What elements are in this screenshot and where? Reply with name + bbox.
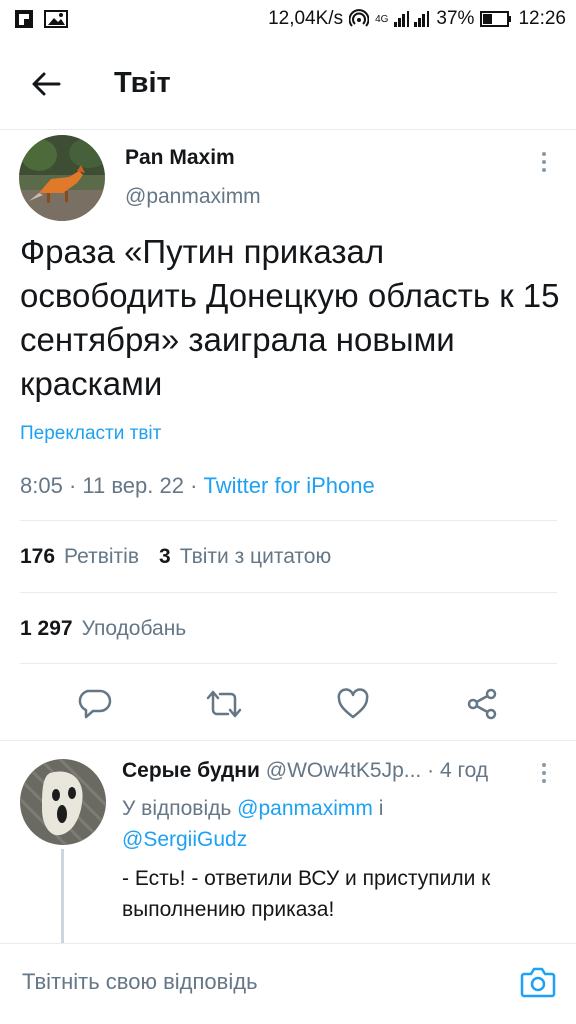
tweet-text: Фраза «Путин приказал освободить Донецку… [20,233,560,402]
mention-link[interactable]: @SergiiGudz [122,828,247,851]
meta-separator: · [427,759,440,782]
status-bar-right: 12,04K/s 4G 37% 12:26 [268,8,566,30]
meta-separator: · [190,473,204,498]
reply-tweet[interactable]: Серые будни @WOw4tK5Jp... · 4 год У відп… [0,741,576,943]
thread-line [61,849,64,943]
tweet-actions [0,670,576,738]
author-avatar[interactable] [19,135,105,221]
more-vertical-dot [542,168,546,172]
meta-separator: · [68,473,83,498]
retweet-stats-row: 176 Ретвітів 3 Твіти з цитатою [20,545,331,569]
author-handle[interactable]: @panmaximm [125,185,261,209]
flipboard-icon [14,9,34,29]
share-button[interactable] [460,682,504,726]
reply-input[interactable] [22,944,492,1020]
signal-icon [394,9,430,29]
tweet-time: 8:05 [20,473,63,498]
reply-header: Серые будни @WOw4tK5Jp... · 4 год [122,759,542,783]
likes-stat[interactable]: 1 297 Уподобань [20,617,186,641]
battery-icon [480,10,512,28]
tweet-date: 11 вер. 22 [82,473,184,498]
divider [20,520,557,521]
gallery-icon [44,9,68,29]
like-button[interactable] [331,682,375,726]
status-bar: 12,04K/s 4G 37% 12:26 [0,0,576,38]
more-options-button[interactable] [534,148,554,176]
camera-button[interactable] [518,962,558,1002]
back-button[interactable] [16,54,76,114]
battery-percent: 37% [436,8,475,29]
author-name[interactable]: Pan Maxim [125,146,235,170]
likes-count: 1 297 [20,617,73,640]
status-bar-left [14,9,68,29]
reply-author-handle[interactable]: @WOw4tK5Jp... [266,759,422,782]
quotes-label: Твіти з цитатою [179,545,332,568]
likes-label: Уподобань [81,617,187,640]
top-app-bar: Твіт [0,38,576,130]
replying-to-prefix: У відповідь [122,797,232,820]
quotes-count: 3 [159,545,171,568]
network-type: 4G [375,13,389,25]
replying-to: У відповідь @panmaximm і @SergiiGudz [122,793,542,855]
reply-author-name[interactable]: Серые будни [122,759,260,782]
reply-button[interactable] [73,682,117,726]
translate-tweet-link[interactable]: Перекласти твіт [20,423,161,445]
retweet-icon [206,690,241,718]
page-title: Твіт [114,67,171,99]
clock: 12:26 [518,8,566,29]
tweet-source-link[interactable]: Twitter for iPhone [204,473,375,498]
retweets-count: 176 [20,545,56,568]
more-vertical-icon [542,763,546,767]
main-tweet: Pan Maxim @panmaximm Фраза «Путин приказ… [0,130,576,498]
divider [20,663,557,664]
share-icon [467,688,496,720]
reply-text: - Есть! - ответили ВСУ и приступили к вы… [122,867,491,921]
divider [20,592,557,593]
reply-icon [78,689,111,719]
hotspot-icon [349,9,370,29]
tweet-meta: 8:05 · 11 вер. 22 · Twitter for iPhone [20,473,375,499]
more-vertical-dot [542,771,546,775]
tweet-author-row: Pan Maxim @panmaximm [0,130,576,222]
camera-icon [520,967,556,998]
compose-bar [0,943,576,1024]
retweets-stat[interactable]: 176 Ретвітів [20,545,139,569]
likes-stats-row: 1 297 Уподобань [20,617,186,641]
reply-more-options-button[interactable] [534,761,554,785]
quotes-stat[interactable]: 3 Твіти з цитатою [159,545,331,569]
like-icon [337,688,368,719]
network-speed: 12,04K/s [268,8,344,29]
more-vertical-dot [542,779,546,783]
retweet-button[interactable] [202,682,246,726]
retweets-label: Ретвітів [64,545,139,568]
more-vertical-dot [542,160,546,164]
replying-to-conjunction: і [378,797,384,820]
mention-link[interactable]: @panmaximm [237,797,373,820]
reply-age: 4 год [439,759,489,782]
more-vertical-icon [542,152,546,156]
arrow-left-icon [32,72,61,95]
reply-author-avatar[interactable] [20,759,106,845]
